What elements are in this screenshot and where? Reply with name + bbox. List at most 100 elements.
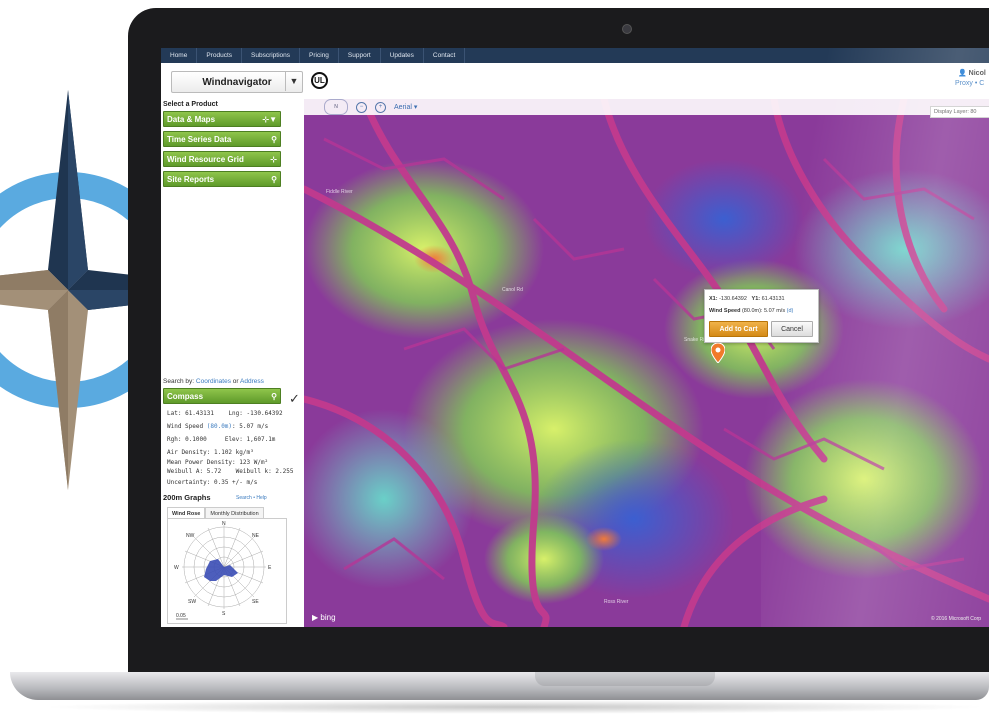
map-pin-icon: ⚲ xyxy=(271,174,277,184)
laptop-notch xyxy=(535,672,715,686)
cart-add-icon: ⊹ xyxy=(270,154,277,164)
wind-speed-label: Wind Speed xyxy=(167,423,204,430)
product-data-maps[interactable]: Data & Maps ⊹▼ xyxy=(163,111,281,127)
map-place-label: Ross River xyxy=(604,599,629,605)
weibull-a-label: Weibull A: xyxy=(167,468,204,475)
graphs-links[interactable]: Search • Help xyxy=(236,495,267,501)
info-air-density: Air Density: 1.102 kg/m³ xyxy=(167,449,254,456)
product-wind-resource-grid[interactable]: Wind Resource Grid ⊹ xyxy=(163,151,281,167)
map-popup: X1: -130.64392 Y1: 61.43131 Wind Speed (… xyxy=(704,289,819,343)
info-lat-lng: Lat: 61.43131 Lng: -130.64392 xyxy=(167,410,283,417)
nav-support[interactable]: Support xyxy=(339,48,380,63)
product-site-reports[interactable]: Site Reports ⚲ xyxy=(163,171,281,187)
popup-y-label: Y1: xyxy=(751,296,761,302)
info-mpd: Mean Power Density: 123 W/m² xyxy=(167,459,268,466)
rose-scale-label: 0.05 xyxy=(176,613,186,619)
product-label: Data & Maps xyxy=(167,114,216,124)
graphs-title: 200m Graphs xyxy=(163,493,211,502)
nav-home[interactable]: Home xyxy=(161,48,196,63)
map-pin-icon[interactable] xyxy=(711,343,725,363)
header: Windnavigator ▼ UL 👤 Nicol Proxy • C xyxy=(161,63,989,99)
map-nav-control[interactable]: N xyxy=(324,99,348,115)
rose-dir-ne: NE xyxy=(252,533,260,539)
mpd-value: 123 W/m² xyxy=(239,459,269,466)
compass-label: Compass xyxy=(167,391,204,401)
popup-y-value: 61.43131 xyxy=(761,296,785,302)
popup-wind-link[interactable]: (d) xyxy=(787,308,794,314)
rgh-value: 0.1000 xyxy=(185,436,207,443)
wind-rose-chart: N NE E SE S SW W NW 0.05 xyxy=(167,518,287,624)
popup-coords: X1: -130.64392 Y1: 61.43131 xyxy=(709,296,785,302)
uncertainty-value: 0.35 +/- m/s xyxy=(213,479,258,486)
search-by-address-link[interactable]: Address xyxy=(240,378,264,385)
map-canvas[interactable]: Fiddle River Canol Rd Snake River Ross R… xyxy=(304,99,989,627)
user-icon: 👤 xyxy=(958,70,967,77)
rose-dir-n: N xyxy=(222,521,226,527)
product-time-series[interactable]: Time Series Data ⚲ xyxy=(163,131,281,147)
mpd-label: Mean Power Density: xyxy=(167,459,236,466)
lat-value: 61.43131 xyxy=(185,410,214,417)
bing-label: bing xyxy=(320,613,336,622)
air-density-value: 1.102 kg/m³ xyxy=(213,449,254,456)
map-toolbar: N − + Aerial ▾ xyxy=(304,99,989,115)
wind-rose-svg: N NE E SE S SW W NW 0.05 xyxy=(174,521,272,620)
product-select[interactable]: Windnavigator xyxy=(171,71,303,93)
nav-pricing[interactable]: Pricing xyxy=(300,48,338,63)
rose-dir-se: SE xyxy=(252,599,259,605)
display-layer-select[interactable]: Display Layer: 80 xyxy=(930,106,989,118)
laptop-base xyxy=(10,672,989,700)
info-uncertainty: Uncertainty: 0.35 +/- m/s xyxy=(167,479,257,486)
bing-logo: ▶ bing xyxy=(312,613,336,622)
nav-contact[interactable]: Contact xyxy=(424,48,464,63)
popup-x-value: -130.64392 xyxy=(719,296,747,302)
compass-n-label: N xyxy=(334,104,338,110)
checkmark-icon: ✓ xyxy=(289,391,300,406)
left-panel: Select a Product Data & Maps ⊹▼ Time Ser… xyxy=(161,99,301,627)
popup-wind-value: 5.07 m/s xyxy=(763,308,786,314)
compass-button[interactable]: Compass ⚲ xyxy=(163,388,281,404)
popup-wind-label: Wind Speed xyxy=(709,308,741,314)
lng-label: Lng: xyxy=(228,410,243,417)
map-pin-icon: ⚲ xyxy=(271,134,277,144)
rose-dir-nw: NW xyxy=(186,533,195,539)
product-label: Time Series Data xyxy=(167,134,232,144)
top-nav: Home Products Subscriptions Pricing Supp… xyxy=(161,48,989,63)
wind-speed-height-link[interactable]: (80.0m) xyxy=(207,423,232,430)
info-weibull: Weibull A: 5.72 Weibull k: 2.255 xyxy=(167,468,293,475)
chevron-down-icon[interactable]: ▼ xyxy=(285,71,302,91)
map-place-label: Canol Rd xyxy=(502,287,523,293)
weibull-k-label: Weibull k: xyxy=(235,468,272,475)
nav-subscriptions[interactable]: Subscriptions xyxy=(242,48,299,63)
user-name-text: Nicol xyxy=(968,70,986,77)
zoom-in-icon[interactable]: + xyxy=(375,101,386,113)
nav-updates[interactable]: Updates xyxy=(381,48,423,63)
search-by-or: or xyxy=(232,378,239,385)
popup-x-label: X1: xyxy=(709,296,718,302)
map-view-select[interactable]: Aerial ▾ xyxy=(394,103,417,111)
info-wind-speed: Wind Speed (80.0m): 5.07 m/s xyxy=(167,423,269,430)
rose-dir-s: S xyxy=(222,611,226,617)
weibull-k-value: 2.255 xyxy=(275,468,294,475)
rose-dir-sw: SW xyxy=(188,599,196,605)
zoom-out-icon[interactable]: − xyxy=(356,101,367,113)
wind-map-imagery xyxy=(304,99,989,627)
app-screen: Home Products Subscriptions Pricing Supp… xyxy=(161,48,989,627)
map-place-label: Fiddle River xyxy=(326,189,353,195)
user-links[interactable]: Proxy • C xyxy=(955,80,984,87)
wind-speed-value: 5.07 m/s xyxy=(239,423,269,430)
elev-label: Elev: xyxy=(224,436,243,443)
weibull-a-value: 5.72 xyxy=(206,468,222,475)
nav-divider xyxy=(464,48,466,63)
rose-dir-w: W xyxy=(174,565,179,571)
nav-products[interactable]: Products xyxy=(197,48,241,63)
air-density-label: Air Density: xyxy=(167,449,211,456)
search-by-coordinates-link[interactable]: Coordinates xyxy=(196,378,231,385)
add-to-cart-button[interactable]: Add to Cart xyxy=(709,321,768,337)
product-label: Site Reports xyxy=(167,174,215,184)
lng-value: -130.64392 xyxy=(246,410,283,417)
user-name[interactable]: 👤 Nicol xyxy=(958,69,986,77)
popup-wind-height: (80.0m): xyxy=(741,308,763,314)
cancel-button[interactable]: Cancel xyxy=(771,321,813,337)
cart-add-icon: ⊹▼ xyxy=(262,114,277,124)
product-select-value: Windnavigator xyxy=(202,76,272,88)
